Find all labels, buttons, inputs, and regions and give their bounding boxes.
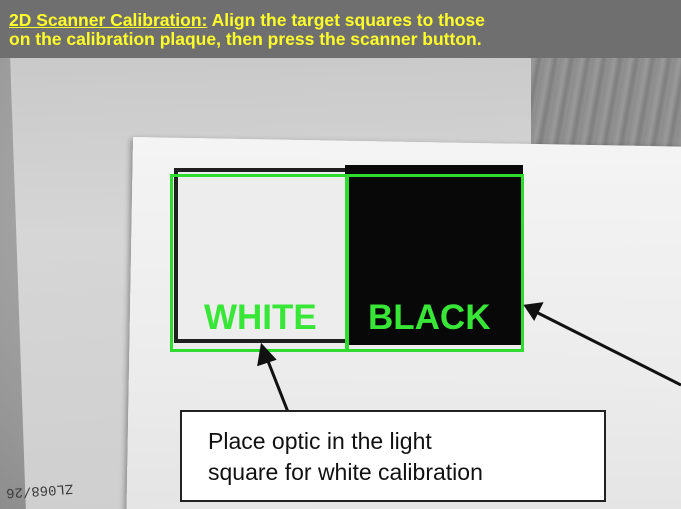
banner-text: 2D Scanner Calibration: Align the target…: [9, 11, 679, 49]
banner-instruction-2: on the calibration plaque, then press th…: [9, 29, 482, 49]
instruction-banner: 2D Scanner Calibration: Align the target…: [0, 0, 681, 58]
black-pointer-arrow-line: [535, 310, 681, 387]
white-pointer-arrow-line: [264, 355, 290, 413]
callout-line-1: Place optic in the light: [208, 428, 432, 454]
callout-line-2: square for white calibration: [208, 459, 483, 485]
camera-view: WHITE BLACK Place optic in the light squ…: [0, 0, 681, 509]
banner-line-1: 2D Scanner Calibration: Align the target…: [9, 11, 679, 30]
banner-title: 2D Scanner Calibration:: [9, 10, 208, 30]
white-pointer-arrow-head: [257, 342, 277, 367]
instruction-callout-box: Place optic in the light square for whit…: [180, 410, 606, 502]
callout-text: Place optic in the light square for whit…: [208, 426, 598, 488]
banner-instruction-1: Align the target squares to those: [211, 10, 485, 30]
black-pointer-arrow-head: [523, 302, 544, 321]
